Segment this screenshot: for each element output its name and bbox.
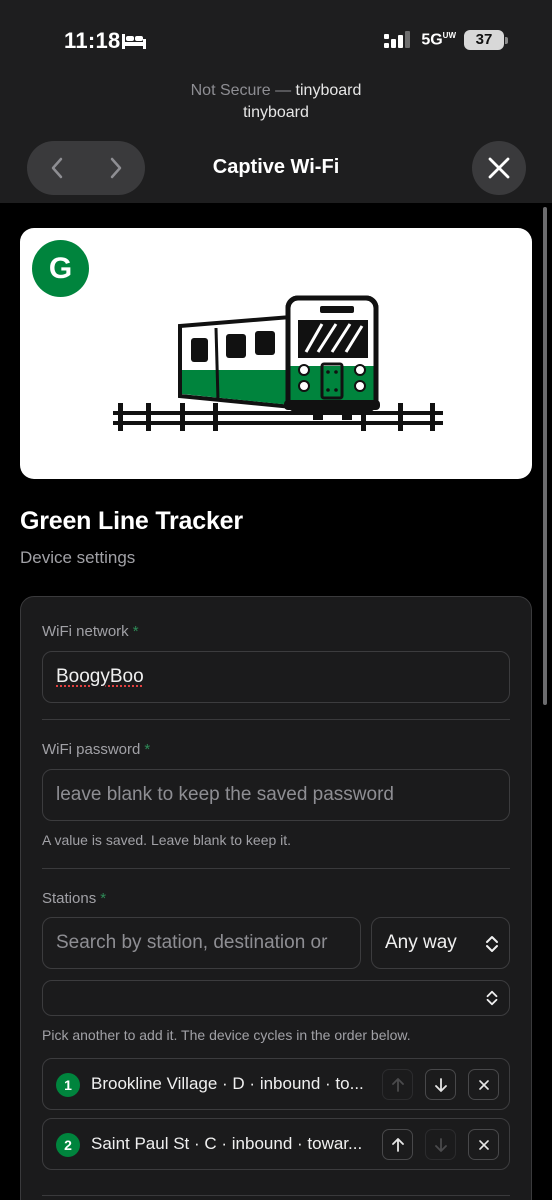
chevron-right-icon (110, 157, 121, 179)
sleep-focus-icon (122, 34, 146, 49)
chevron-left-icon (51, 157, 62, 179)
station-search-input[interactable]: Search by station, destination or (42, 917, 361, 969)
arrow-up-icon (391, 1137, 404, 1152)
cellular-signal-icon (384, 31, 411, 48)
arrow-down-icon (434, 1077, 447, 1092)
url-bar[interactable]: Not Secure — tinyboard (0, 82, 552, 100)
wifi-password-input[interactable]: leave blank to keep the saved password (42, 769, 510, 821)
page-title: Green Line Tracker (20, 507, 243, 535)
move-up-button[interactable] (382, 1129, 413, 1160)
wifi-password-label: WiFi password * (42, 741, 151, 758)
stations-hint: Pick another to add it. The device cycle… (42, 1027, 411, 1043)
order-badge: 2 (56, 1133, 80, 1157)
direction-value: Any way (385, 932, 457, 953)
move-up-button[interactable] (382, 1069, 413, 1100)
direction-select[interactable]: Any way (371, 917, 510, 969)
scrollbar[interactable] (543, 207, 547, 705)
move-down-button[interactable] (425, 1129, 456, 1160)
station-select[interactable] (42, 980, 510, 1016)
remove-station-button[interactable] (468, 1129, 499, 1160)
divider (42, 1195, 510, 1196)
wifi-password-placeholder: leave blank to keep the saved password (56, 784, 394, 805)
close-icon (478, 1139, 489, 1150)
status-indicators: 5GUW 37 (383, 30, 508, 50)
green-line-badge: G (32, 240, 89, 297)
url-host: tinyboard (295, 82, 362, 99)
train-icon (113, 295, 443, 431)
station-search-placeholder: Search by station, destination or (56, 932, 328, 953)
arrow-up-icon (391, 1077, 404, 1092)
hero-banner: G (20, 228, 532, 479)
forward-button[interactable] (86, 141, 145, 195)
navigation-controls (27, 141, 145, 195)
station-name: Brookline Village · D · inbound · to... (91, 1074, 364, 1093)
site-name: tinyboard (243, 104, 309, 121)
order-badge: 1 (56, 1073, 80, 1097)
move-down-button[interactable] (425, 1069, 456, 1100)
status-bar: 11:18 5GUW 37 (0, 0, 552, 80)
security-warning: Not Secure — (190, 82, 292, 99)
stations-label: Stations * (42, 890, 107, 907)
battery-icon: 37 (464, 30, 508, 50)
wifi-network-value: BoogyBoo (56, 666, 144, 687)
page-subtitle: Device settings (20, 548, 136, 567)
close-button[interactable] (472, 141, 526, 195)
wifi-password-hint: A value is saved. Leave blank to keep it… (42, 832, 292, 848)
wifi-network-label: WiFi network * (42, 623, 139, 640)
settings-form: WiFi network * BoogyBoo WiFi password * le… (20, 596, 532, 1200)
divider (42, 719, 510, 720)
station-name: Saint Paul St · C · inbound · towar... (91, 1134, 363, 1153)
wifi-network-input[interactable]: BoogyBoo (42, 651, 510, 703)
chevron-updown-icon (486, 990, 498, 1006)
required-mark: * (132, 623, 139, 640)
required-mark: * (144, 741, 151, 758)
close-icon (488, 157, 510, 179)
arrow-down-icon (434, 1137, 447, 1152)
divider (42, 868, 510, 869)
chevron-updown-icon (486, 936, 498, 952)
browser-header: Not Secure — tinyboard tinyboard Captive… (0, 80, 552, 203)
remove-station-button[interactable] (468, 1069, 499, 1100)
required-mark: * (100, 890, 107, 907)
station-list-item: 2 Saint Paul St · C · inbound · towar... (42, 1118, 510, 1170)
web-content: G Green Line Tracker Device settings WiF… (0, 203, 552, 1200)
close-icon (478, 1079, 489, 1090)
network-type: 5GUW (421, 30, 456, 49)
clock: 11:18 (64, 28, 121, 53)
station-list-item: 1 Brookline Village · D · inbound · to..… (42, 1058, 510, 1110)
back-button[interactable] (27, 141, 86, 195)
